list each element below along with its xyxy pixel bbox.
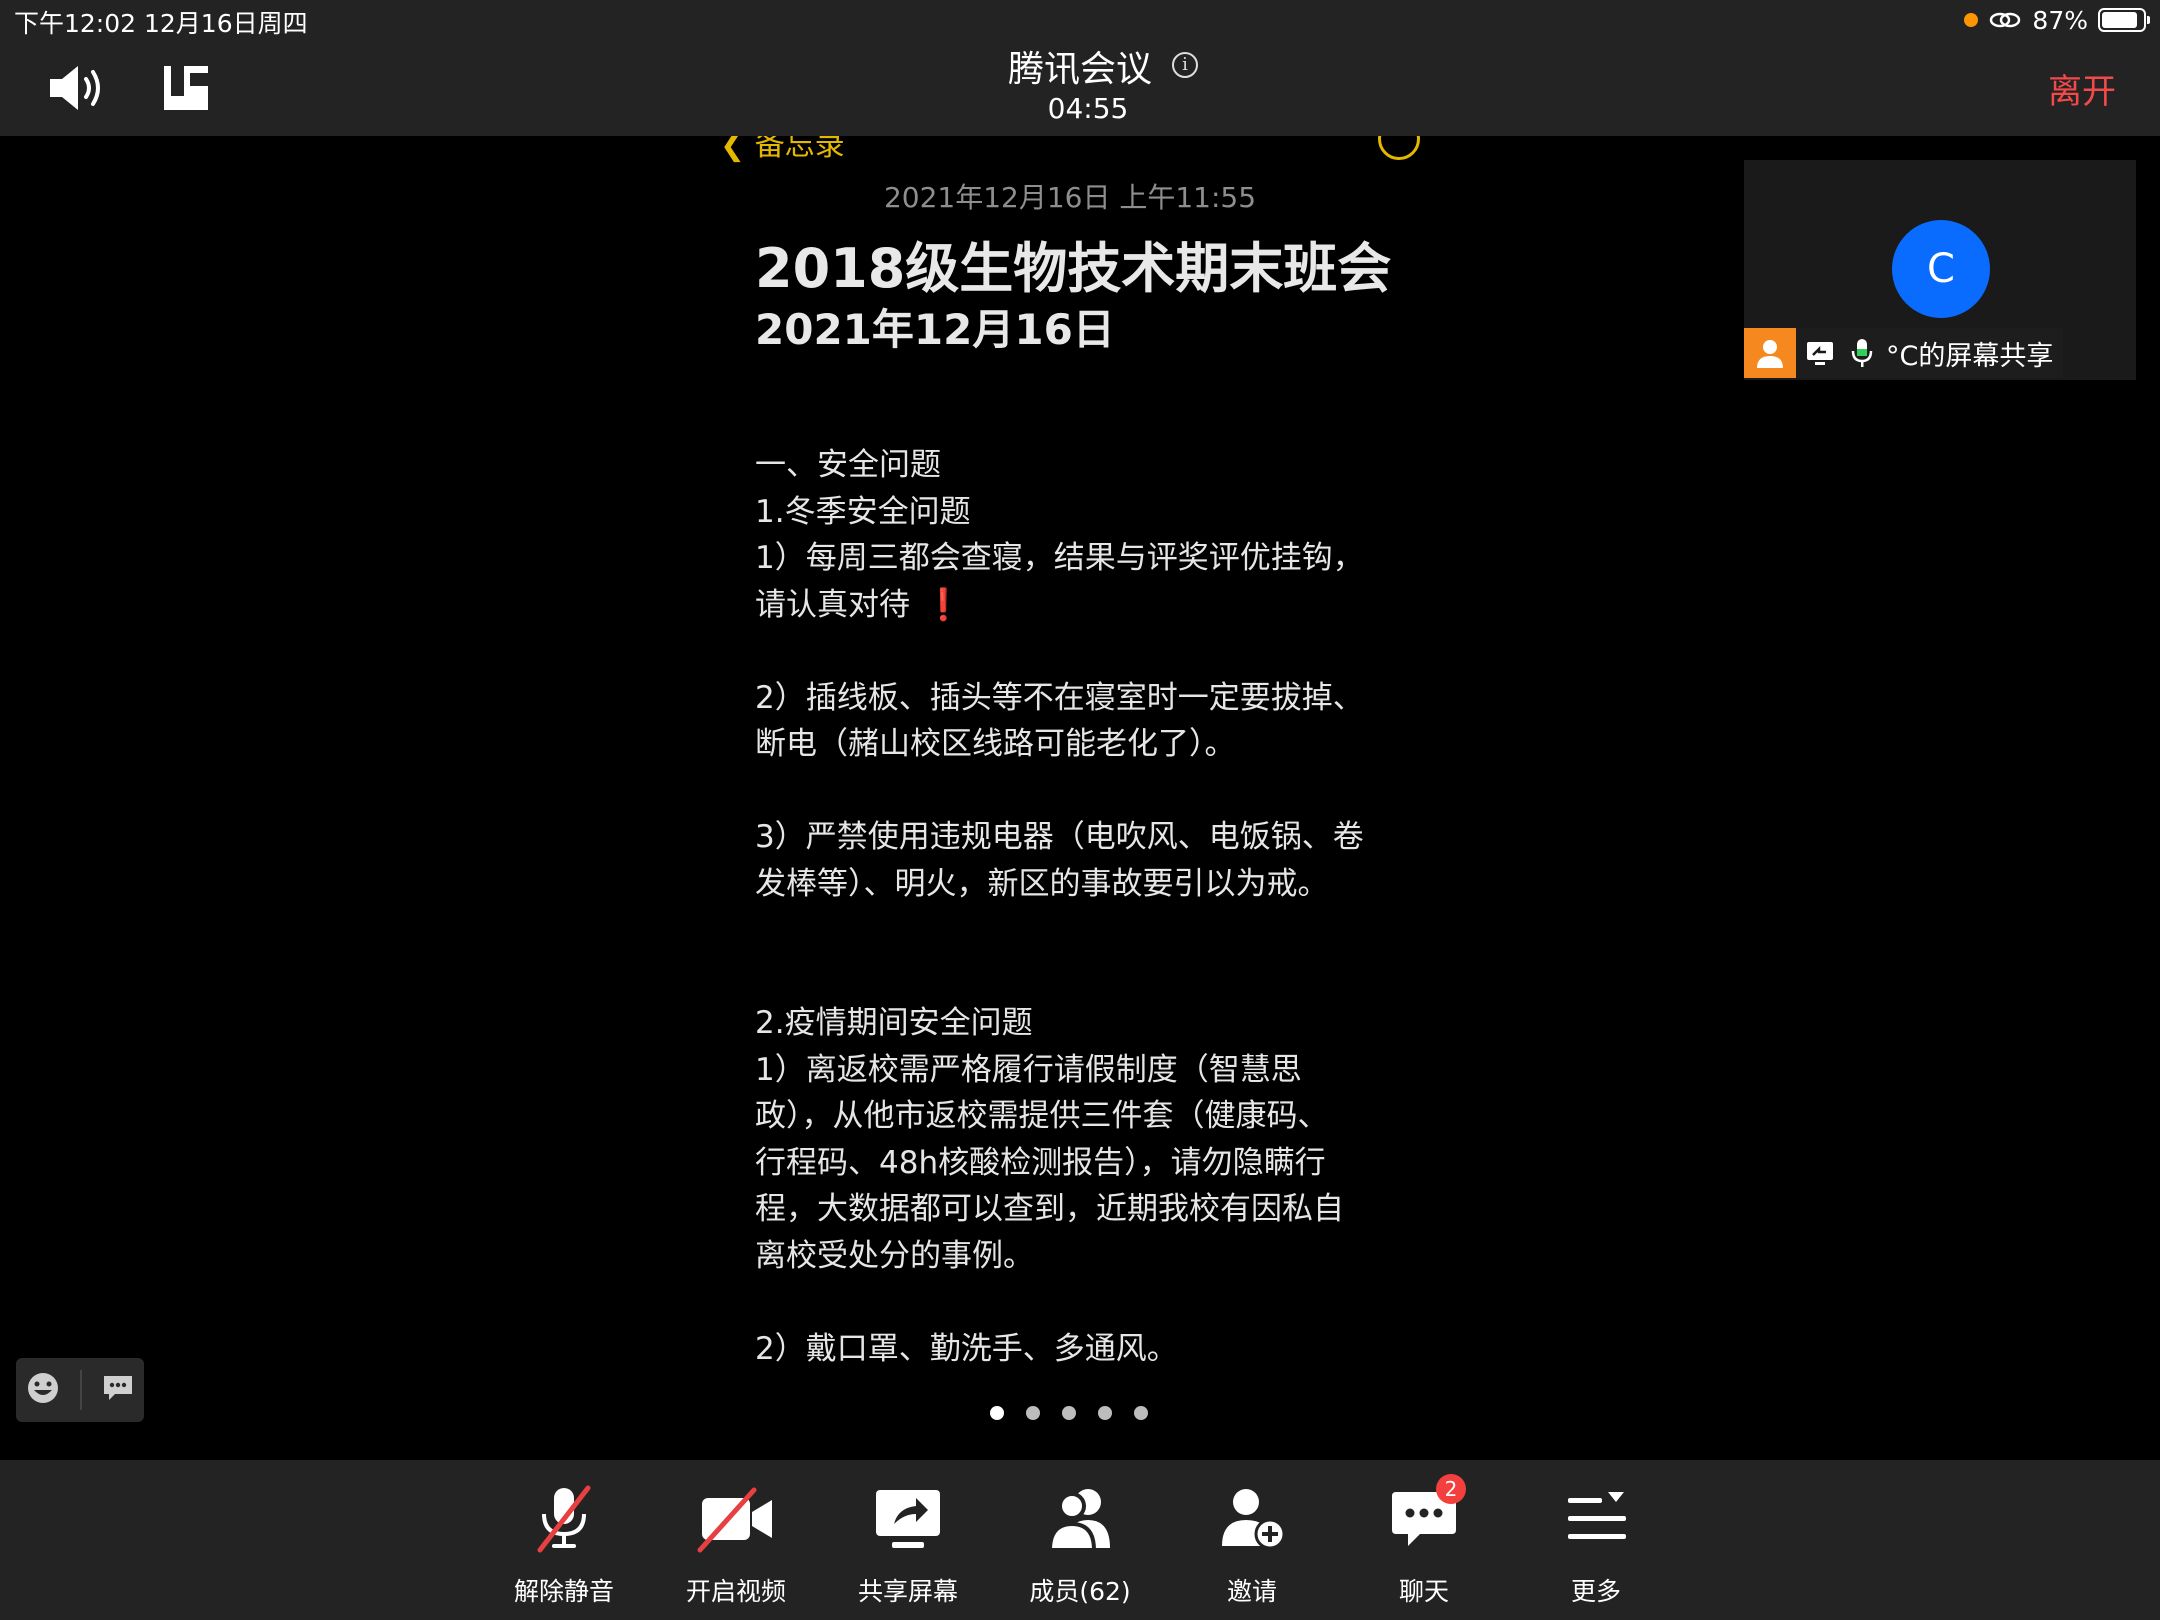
more-menu-icon <box>1568 1492 1626 1539</box>
quick-action-bar <box>16 1358 144 1422</box>
note-date: 2021年12月16日 上午11:55 <box>883 181 1257 214</box>
page-dot[interactable] <box>1026 1406 1040 1420</box>
note-line: 政），从他市返校需提供三件套（健康码、 <box>755 1098 1329 1134</box>
chat-label: 聊天 <box>1398 1577 1449 1606</box>
speaker-icon <box>50 66 100 110</box>
note-line-text: 请认真对待 <box>755 586 910 623</box>
more-button[interactable]: 更多 <box>1510 1460 1682 1620</box>
start-video-label: 开启视频 <box>685 1577 786 1606</box>
info-icon[interactable]: i <box>1172 52 1198 78</box>
more-label: 更多 <box>1570 1577 1621 1606</box>
avatar: C <box>1892 220 1990 318</box>
members-icon <box>1047 1489 1110 1552</box>
note-line: 离校受处分的事例。 <box>755 1237 1034 1274</box>
exclamation-icon: ❗ <box>924 586 963 623</box>
emoji-button[interactable] <box>25 1370 61 1410</box>
note-subtitle: 2021年12月16日 <box>755 305 1115 354</box>
note-line: 2）戴口罩、勤洗手、多通风。 <box>755 1330 1178 1367</box>
meeting-screen: 下午12:02 12月16日周四 87% 腾讯会议 i 04:55 离开 ❮ 备… <box>0 0 2160 1620</box>
chevron-left-icon: ❮ <box>720 136 755 163</box>
note-line: 断电（赭山校区线路可能老化了）。 <box>755 726 1236 762</box>
meeting-timer: 04:55 <box>1047 92 1129 125</box>
note-title: 2018级生物技术期末班会 <box>755 237 1392 300</box>
battery-icon <box>2098 8 2150 32</box>
notes-back-label: 备忘录 <box>754 136 845 163</box>
screen-share-icon <box>1802 335 1838 371</box>
participant-video-tile[interactable]: C °C的屏幕共享 <box>1744 160 2136 380</box>
note-body: 一、安全问题 1.冬季安全问题 1）每周三都会查寝，结果与评奖评优挂钩， 请认真… <box>755 442 1405 1372</box>
participant-name: °C的屏幕共享 <box>1886 340 2054 372</box>
page-dot[interactable] <box>1062 1406 1076 1420</box>
unmute-label: 解除静音 <box>513 1577 614 1606</box>
chat-unread-badge: 2 <box>1436 1474 1466 1504</box>
speaker-button[interactable] <box>46 62 106 114</box>
note-line: 发棒等）、明火，新区的事故要引以为戒。 <box>755 865 1329 902</box>
members-label: 成员(62) <box>1029 1577 1131 1606</box>
invite-button[interactable]: 邀请 <box>1166 1460 1338 1620</box>
link-icon <box>1990 12 2021 28</box>
message-icon <box>103 1376 132 1400</box>
camera-off-icon <box>697 1487 772 1553</box>
note-line-with-alert: 请认真对待 ❗ <box>755 582 1405 629</box>
chat-button[interactable]: 2 聊天 <box>1338 1460 1510 1620</box>
note-line: 1）离返校需严格履行请假制度（智慧思 <box>755 1051 1302 1088</box>
page-indicator[interactable] <box>990 1406 1148 1420</box>
bottom-toolbar: 解除静音 开启视频 共享屏幕 成员(62) 邀请 2 聊天 更多 <box>0 1460 2160 1620</box>
unmute-button[interactable]: 解除静音 <box>478 1460 650 1620</box>
host-badge <box>1744 328 1796 378</box>
shared-note-screenshot: ❮ 备忘录 2021年12月16日 上午11:55 2018级生物技术期末班会 … <box>700 136 1440 1460</box>
page-dot[interactable] <box>990 1406 1004 1420</box>
page-dot[interactable] <box>1134 1406 1148 1420</box>
note-line: 2）插线板、插头等不在寝室时一定要拔掉、 <box>755 679 1364 716</box>
emoji-icon <box>28 1373 59 1403</box>
note-line: 1）每周三都会查寝，结果与评奖评优挂钩， <box>755 540 1364 576</box>
layout-switch-button[interactable] <box>162 64 210 112</box>
note-line: 程，大数据都可以查到，近期我校有因私自 <box>755 1191 1344 1227</box>
invite-label: 邀请 <box>1226 1577 1277 1606</box>
top-bar: 下午12:02 12月16日周四 87% 腾讯会议 i 04:55 离开 <box>0 0 2160 136</box>
recording-dot-icon <box>1964 13 1979 27</box>
battery-level <box>2102 12 2137 28</box>
quick-chat-button[interactable] <box>101 1372 135 1408</box>
share-screen-icon <box>876 1490 940 1548</box>
page-dot[interactable] <box>1098 1406 1112 1420</box>
note-line: 1.冬季安全问题 <box>755 493 971 530</box>
note-line: 行程码、48h核酸检测报告），请勿隐瞒行 <box>755 1144 1326 1181</box>
mic-muted-icon <box>537 1485 591 1553</box>
note-line: 一、安全问题 <box>755 447 941 483</box>
status-time: 下午12:02 12月16日周四 <box>14 9 308 38</box>
status-indicators: 87% <box>1964 4 2150 36</box>
battery-percent: 87% <box>2032 5 2088 35</box>
more-circle-icon <box>1378 136 1420 160</box>
microphone-icon <box>1844 335 1880 371</box>
leave-button[interactable]: 离开 <box>2048 64 2116 113</box>
start-video-button[interactable]: 开启视频 <box>650 1460 822 1620</box>
note-line: 2.疫情期间安全问题 <box>755 1005 1033 1041</box>
meeting-title: 腾讯会议 <box>1007 49 1152 90</box>
share-screen-button[interactable]: 共享屏幕 <box>822 1460 994 1620</box>
members-button[interactable]: 成员(62) <box>994 1460 1166 1620</box>
participant-label: °C的屏幕共享 <box>1744 328 2064 378</box>
notes-back-link: ❮ 备忘录 <box>720 136 845 164</box>
note-line: 3）严禁使用违规电器（电吹风、电饭锅、卷 <box>755 819 1364 855</box>
share-screen-label: 共享屏幕 <box>857 1577 958 1606</box>
person-icon <box>1757 340 1783 368</box>
layout-icon <box>164 66 208 110</box>
add-person-icon <box>1222 1489 1286 1550</box>
